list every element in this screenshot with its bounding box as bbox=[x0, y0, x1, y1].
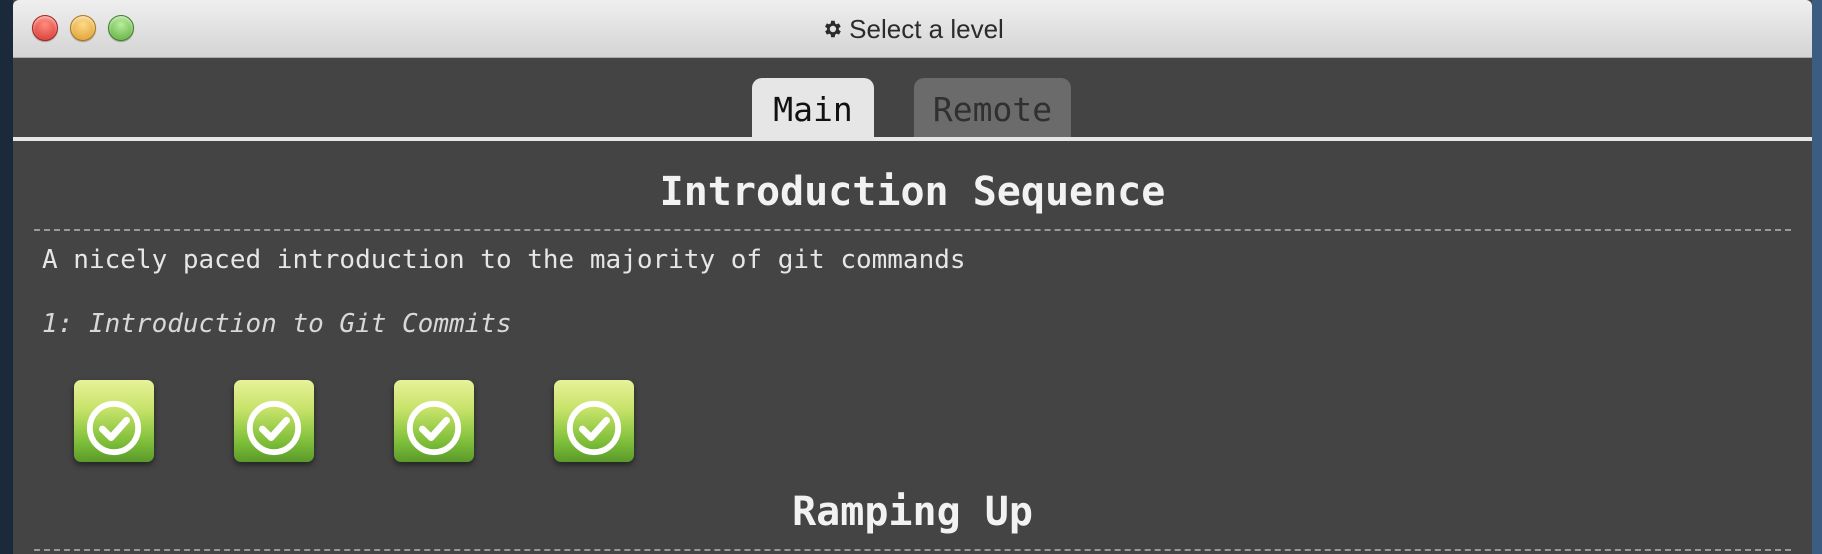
check-circle-icon bbox=[406, 400, 462, 456]
tab-main[interactable]: Main bbox=[752, 78, 874, 140]
level-list: Introduction Sequence A nicely paced int… bbox=[13, 141, 1812, 554]
section-description: A nicely paced introduction to the major… bbox=[42, 245, 966, 275]
title-bar[interactable]: Select a level bbox=[13, 0, 1812, 58]
tab-remote[interactable]: Remote bbox=[914, 78, 1071, 140]
tab-bar: Main Remote bbox=[13, 58, 1812, 142]
level-select-window: Select a level Main Remote Introduction … bbox=[13, 0, 1812, 554]
section-divider bbox=[34, 229, 1791, 231]
selected-level-name: 1: Introduction to Git Commits bbox=[42, 309, 512, 339]
check-circle-icon bbox=[566, 400, 622, 456]
level-button-2[interactable] bbox=[234, 380, 314, 462]
desktop-background-left bbox=[0, 0, 13, 554]
desktop-background-right bbox=[1812, 0, 1822, 554]
level-button-3[interactable] bbox=[394, 380, 474, 462]
check-circle-icon bbox=[246, 400, 302, 456]
section-title: Ramping Up bbox=[792, 489, 1033, 535]
check-circle-icon bbox=[86, 400, 142, 456]
level-button-1[interactable] bbox=[74, 380, 154, 462]
window-title: Select a level bbox=[849, 13, 1004, 44]
section-divider bbox=[34, 549, 1791, 551]
window-title-wrap: Select a level bbox=[13, 0, 1812, 58]
level-button-4[interactable] bbox=[554, 380, 634, 462]
section-title: Introduction Sequence bbox=[659, 169, 1166, 215]
gear-icon bbox=[825, 20, 841, 38]
